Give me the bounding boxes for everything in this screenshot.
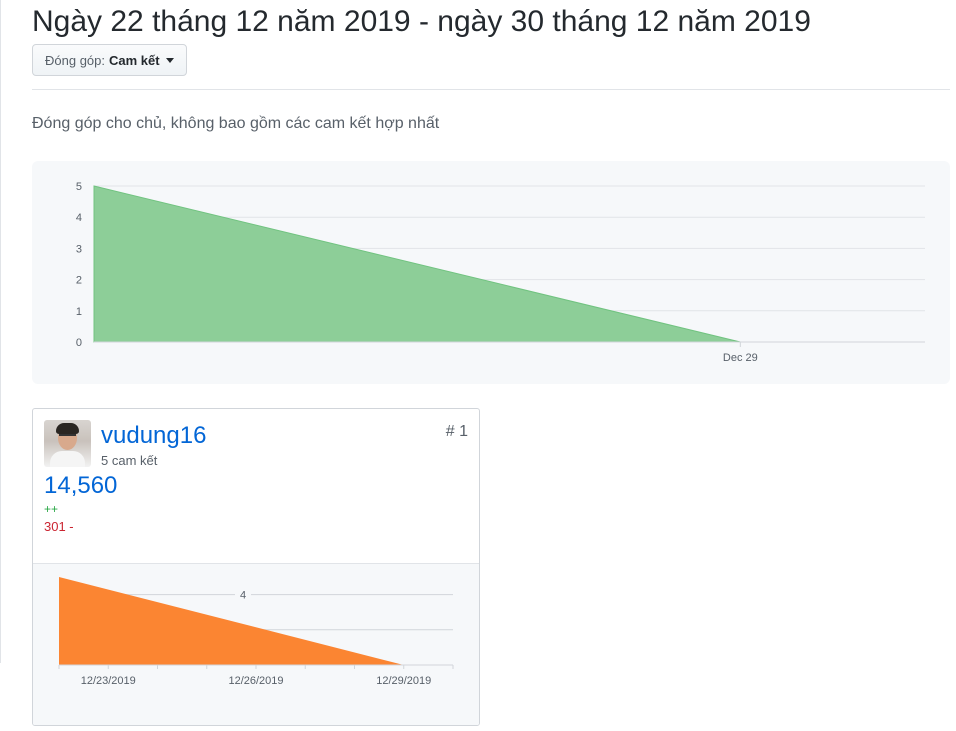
y-tick-label: 5 [76,181,82,193]
x-tick-label: 12/29/2019 [376,675,431,687]
avatar[interactable] [44,420,91,467]
contribution-filter-dropdown[interactable]: Đóng góp: Cam kết [32,44,187,76]
y-tick-label: 0 [76,337,82,349]
x-tick-label: 12/26/2019 [228,675,283,687]
y-tick-label: 1 [76,306,82,318]
commit-area [93,185,741,343]
filter-label: Đóng góp: [45,52,105,68]
caret-down-icon [165,57,174,63]
contributor-commit-area [59,577,404,665]
filter-value: Cam kết [109,52,160,68]
x-tick-label: Dec 29 [723,352,758,364]
contributor-card: vudung16 5 cam kết # 1 14,560 ++ 301 - 4… [32,408,480,726]
additions-count: ++ [44,502,59,516]
contributor-rank: # 1 [445,423,468,440]
contributor-username-link[interactable]: vudung16 [101,422,206,450]
chart-subtitle: Đóng góp cho chủ, không bao gồm các cam … [32,115,440,132]
contributor-chart-svg: 4 12/23/2019 12/26/2019 12/29/2019 [58,577,454,687]
y-grid-label: 4 [240,590,246,602]
deletions-count: 301 - [44,519,74,534]
main-contributions-chart: 0 1 2 3 4 5 Dec 29 [32,161,950,384]
contributor-chart: 4 12/23/2019 12/26/2019 12/29/2019 [33,563,479,725]
y-tick-label: 4 [76,212,82,224]
main-chart-svg: 0 1 2 3 4 5 Dec 29 [76,181,925,364]
y-tick-label: 2 [76,275,82,287]
x-tick-label: 12/23/2019 [81,675,136,687]
left-border [0,0,1,663]
page-title: Ngày 22 tháng 12 năm 2019 - ngày 30 thán… [32,5,811,38]
y-tick-label: 3 [76,243,82,255]
additions-total: 14,560 [44,472,118,499]
commit-count: 5 cam kết [101,453,158,468]
divider [32,89,950,90]
